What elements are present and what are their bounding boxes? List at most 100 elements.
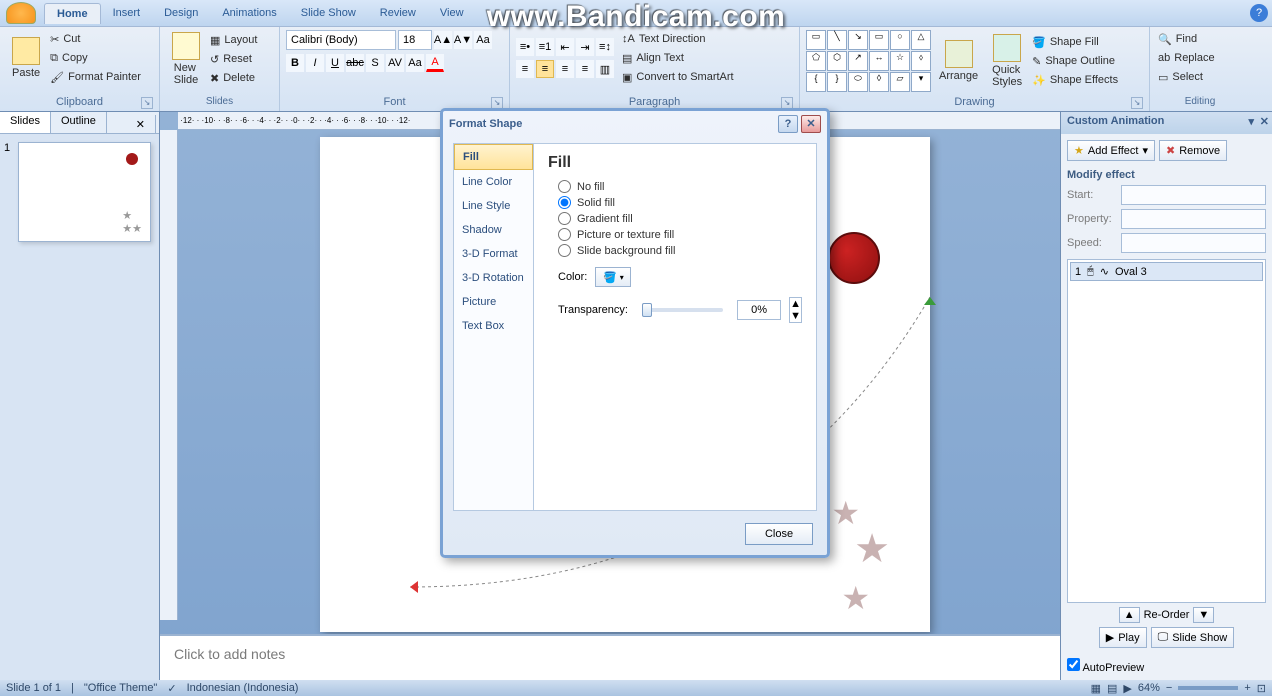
- cat-3drotation[interactable]: 3-D Rotation: [454, 266, 533, 290]
- reset-button[interactable]: ↺Reset: [208, 50, 259, 68]
- transparency-spinner[interactable]: ▲▼: [789, 297, 802, 323]
- dialog-close-button[interactable]: ✕: [801, 115, 821, 133]
- layout-button[interactable]: ▦Layout: [208, 31, 259, 49]
- cat-fill[interactable]: Fill: [454, 144, 533, 170]
- autopreview-checkbox[interactable]: AutoPreview: [1067, 658, 1266, 674]
- font-name-select[interactable]: [286, 30, 396, 50]
- justify-button[interactable]: ≡: [576, 60, 594, 78]
- slideshow-button[interactable]: 🖵Slide Show: [1151, 627, 1235, 648]
- indent-button[interactable]: ⇥: [576, 38, 594, 56]
- status-language[interactable]: Indonesian (Indonesia): [187, 682, 299, 694]
- animation-item-1[interactable]: 1 🖱 ∿ Oval 3: [1070, 262, 1263, 281]
- paste-button[interactable]: Paste: [6, 35, 46, 81]
- play-button[interactable]: ▶Play: [1099, 627, 1147, 648]
- cat-linestyle[interactable]: Line Style: [454, 194, 533, 218]
- cut-button[interactable]: ✂Cut: [48, 30, 143, 48]
- oval-shape[interactable]: [828, 232, 880, 284]
- format-painter-button[interactable]: 🖌Format Painter: [48, 68, 143, 86]
- clear-format-button[interactable]: Aa: [474, 31, 492, 49]
- slide-thumbnail-1[interactable]: ★★★: [18, 142, 151, 242]
- close-anim-pane[interactable]: ✕: [1260, 115, 1269, 128]
- star-shape-3[interactable]: ★: [841, 579, 870, 617]
- reorder-down[interactable]: ▼: [1193, 607, 1214, 623]
- shape-outline-button[interactable]: ✎Shape Outline: [1030, 52, 1120, 70]
- tab-slideshow[interactable]: Slide Show: [289, 3, 368, 23]
- close-button[interactable]: Close: [745, 523, 813, 545]
- shape-effects-button[interactable]: ✨Shape Effects: [1030, 71, 1120, 89]
- new-slide-button[interactable]: New Slide: [166, 30, 206, 88]
- numbering-button[interactable]: ≡1: [536, 38, 554, 56]
- spacing-button[interactable]: AV: [386, 54, 404, 72]
- align-right-button[interactable]: ≡: [556, 60, 574, 78]
- italic-button[interactable]: I: [306, 54, 324, 72]
- color-picker-button[interactable]: 🪣▾: [595, 267, 631, 287]
- shape-fill-button[interactable]: 🪣Shape Fill: [1030, 33, 1120, 51]
- align-center-button[interactable]: ≡: [536, 60, 554, 78]
- cat-linecolor[interactable]: Line Color: [454, 170, 533, 194]
- delete-button[interactable]: ✖Delete: [208, 69, 259, 87]
- replace-button[interactable]: abReplace: [1156, 49, 1244, 67]
- quick-styles-button[interactable]: Quick Styles: [986, 32, 1028, 90]
- clipboard-launcher[interactable]: ↘: [141, 97, 153, 109]
- zoom-slider[interactable]: [1178, 686, 1238, 690]
- notes-pane[interactable]: Click to add notes: [160, 634, 1060, 680]
- cat-textbox[interactable]: Text Box: [454, 314, 533, 338]
- columns-button[interactable]: ▥: [596, 60, 614, 78]
- text-direction-button[interactable]: ↕AText Direction: [620, 30, 736, 48]
- view-show-button[interactable]: ▶: [1123, 682, 1131, 695]
- tab-view[interactable]: View: [428, 3, 476, 23]
- grow-font-button[interactable]: A▲: [434, 31, 452, 49]
- tab-review[interactable]: Review: [368, 3, 428, 23]
- zoom-in-button[interactable]: +: [1244, 682, 1250, 694]
- opt-nofill[interactable]: No fill: [558, 180, 802, 193]
- transparency-value[interactable]: [737, 300, 781, 320]
- select-button[interactable]: ▭Select: [1156, 68, 1244, 86]
- cat-3dformat[interactable]: 3-D Format: [454, 242, 533, 266]
- font-size-select[interactable]: [398, 30, 432, 50]
- start-select[interactable]: [1121, 185, 1266, 205]
- remove-effect-button[interactable]: ✖Remove: [1159, 140, 1227, 161]
- underline-button[interactable]: U: [326, 54, 344, 72]
- arrange-button[interactable]: Arrange: [933, 38, 984, 84]
- shape-gallery[interactable]: ▭╲↘▭○△ ⬠⬡↗↔☆⬨ {}⬭◊▱▾: [806, 30, 931, 92]
- tab-design[interactable]: Design: [152, 3, 210, 23]
- align-left-button[interactable]: ≡: [516, 60, 534, 78]
- add-effect-button[interactable]: ★Add Effect▾: [1067, 140, 1155, 161]
- opt-gradientfill[interactable]: Gradient fill: [558, 212, 802, 225]
- view-sorter-button[interactable]: ▤: [1107, 682, 1117, 695]
- transparency-slider[interactable]: [642, 308, 723, 312]
- spellcheck-icon[interactable]: ✓: [167, 682, 176, 695]
- opt-picturefill[interactable]: Picture or texture fill: [558, 228, 802, 241]
- opt-backgroundfill[interactable]: Slide background fill: [558, 244, 802, 257]
- font-color-button[interactable]: A: [426, 54, 444, 72]
- find-button[interactable]: 🔍Find: [1156, 30, 1244, 48]
- strike-button[interactable]: abc: [346, 54, 364, 72]
- close-pane-button[interactable]: ✕: [126, 115, 156, 134]
- reorder-up[interactable]: ▲: [1119, 607, 1140, 623]
- bold-button[interactable]: B: [286, 54, 304, 72]
- office-button[interactable]: [6, 2, 36, 24]
- linespace-button[interactable]: ≡↕: [596, 38, 614, 56]
- convert-smartart-button[interactable]: ▣Convert to SmartArt: [620, 68, 736, 86]
- cat-picture[interactable]: Picture: [454, 290, 533, 314]
- zoom-out-button[interactable]: −: [1166, 682, 1172, 694]
- outline-tab[interactable]: Outline: [51, 112, 107, 133]
- tab-animations[interactable]: Animations: [210, 3, 288, 23]
- outdent-button[interactable]: ⇤: [556, 38, 574, 56]
- bullets-button[interactable]: ≡•: [516, 38, 534, 56]
- copy-button[interactable]: ⧉Copy: [48, 49, 143, 67]
- tab-insert[interactable]: Insert: [101, 3, 153, 23]
- align-text-button[interactable]: ▤Align Text: [620, 49, 736, 67]
- property-select[interactable]: [1121, 209, 1266, 229]
- speed-select[interactable]: [1121, 233, 1266, 253]
- shrink-font-button[interactable]: A▼: [454, 31, 472, 49]
- anim-dropdown-icon[interactable]: ▾: [1248, 115, 1254, 128]
- slides-tab[interactable]: Slides: [0, 112, 51, 133]
- case-button[interactable]: Aa: [406, 54, 424, 72]
- animation-list[interactable]: 1 🖱 ∿ Oval 3: [1067, 259, 1266, 603]
- shadow-button[interactable]: S: [366, 54, 384, 72]
- tab-home[interactable]: Home: [44, 3, 101, 24]
- dialog-help-button[interactable]: ?: [778, 115, 798, 133]
- help-icon[interactable]: ?: [1250, 4, 1268, 22]
- drawing-launcher[interactable]: ↘: [1131, 97, 1143, 109]
